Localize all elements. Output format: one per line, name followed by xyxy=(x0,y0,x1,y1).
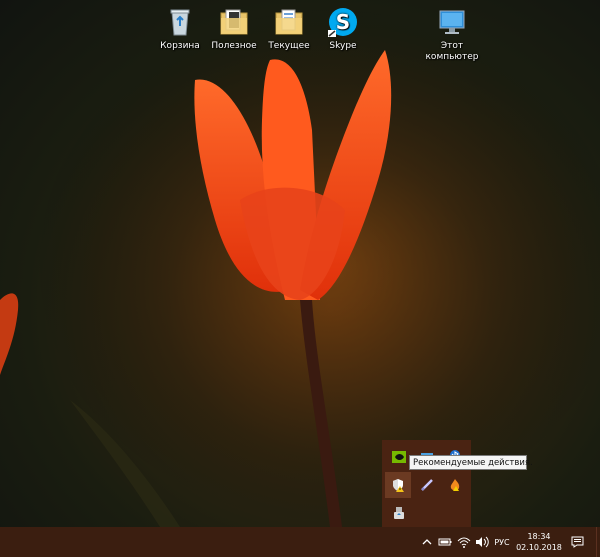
show-hidden-icons-button[interactable] xyxy=(420,527,434,557)
clock[interactable]: 18:34 02.10.2018 xyxy=(515,527,563,557)
folder-icon xyxy=(218,6,250,38)
battery-icon[interactable] xyxy=(437,527,453,557)
folder-icon xyxy=(273,6,305,38)
desktop-wallpaper xyxy=(0,0,600,527)
language-indicator[interactable]: РУС xyxy=(491,527,513,557)
clock-time: 18:34 xyxy=(527,532,551,541)
taskbar: РУС 18:34 02.10.2018 xyxy=(0,527,600,557)
desktop-icon-skype[interactable]: S Skype xyxy=(311,2,375,52)
show-desktop-button[interactable] xyxy=(596,527,600,557)
desktop-icon-label: Skype xyxy=(329,41,357,51)
action-center-icon[interactable] xyxy=(566,527,588,557)
usb-eject-icon[interactable] xyxy=(386,500,412,526)
security-warning-icon[interactable] xyxy=(385,472,411,498)
computer-icon xyxy=(436,6,468,38)
svg-text:S: S xyxy=(336,10,350,34)
wifi-icon[interactable] xyxy=(456,527,472,557)
clock-date: 02.10.2018 xyxy=(516,543,562,552)
volume-icon[interactable] xyxy=(474,527,490,557)
desktop-icon-this-pc[interactable]: Этот компьютер xyxy=(420,2,484,63)
tray-overflow-panel xyxy=(382,440,471,528)
recycle-bin-icon xyxy=(164,6,196,38)
desktop-icon-label: Этот компьютер xyxy=(425,41,479,62)
skype-icon: S xyxy=(327,6,359,38)
warning-fire-icon[interactable] xyxy=(442,472,468,498)
tray-tooltip: Рекомендуемые действия. xyxy=(409,455,533,470)
pen-icon[interactable] xyxy=(414,472,440,498)
